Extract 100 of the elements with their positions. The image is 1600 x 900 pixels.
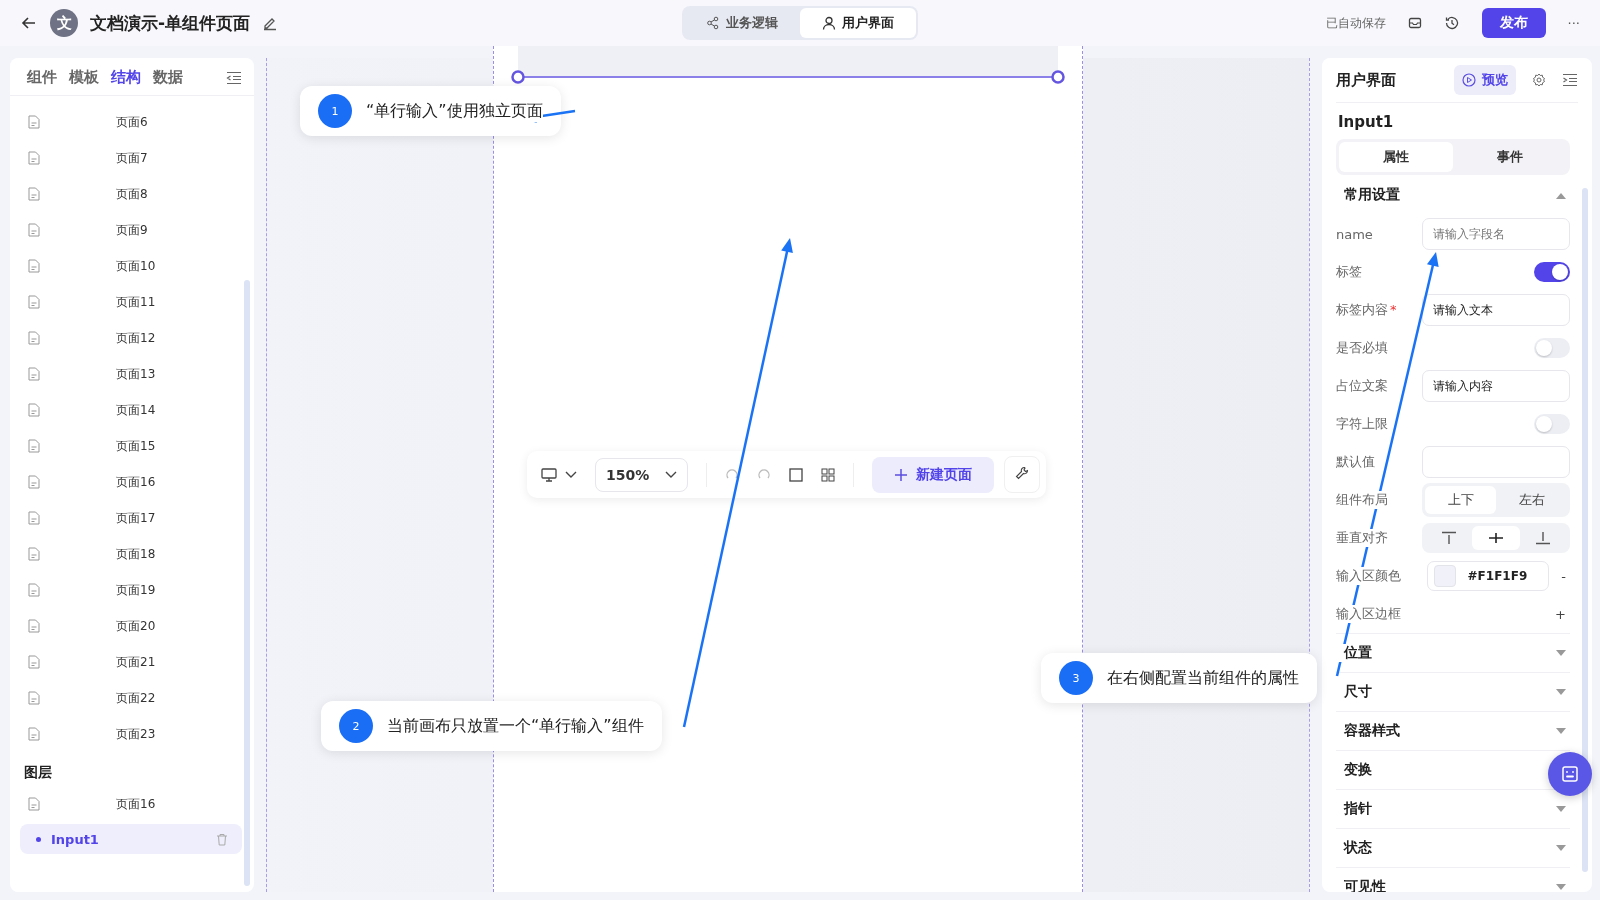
panel-tab[interactable]: 结构 xyxy=(106,68,146,87)
section-title[interactable]: 位置 xyxy=(1338,644,1372,662)
page-item[interactable]: 页面13 xyxy=(116,365,156,383)
collapse-icon[interactable] xyxy=(226,70,242,85)
user-icon xyxy=(822,16,836,30)
scrollbar[interactable] xyxy=(1582,188,1588,872)
document-title: 文档演示-单组件页面 xyxy=(90,11,251,35)
required-mark: * xyxy=(1390,302,1397,317)
property-label: 输入区边框 xyxy=(1336,605,1401,623)
page-item[interactable]: 页面6 xyxy=(116,113,148,131)
page-item[interactable]: 页面10 xyxy=(116,257,156,275)
share-icon xyxy=(706,16,720,30)
mode-tab[interactable]: 用户界面 xyxy=(800,8,916,38)
page-icon xyxy=(28,511,40,525)
grid-icon[interactable] xyxy=(821,467,836,482)
wrench-icon xyxy=(1015,466,1030,480)
input-field[interactable]: 请输入内容 xyxy=(1422,370,1570,402)
caret-icon[interactable] xyxy=(1556,844,1566,852)
align-bottom-icon xyxy=(1535,531,1552,545)
page-icon xyxy=(28,403,40,417)
page-icon xyxy=(28,115,40,129)
square-icon[interactable] xyxy=(789,467,804,482)
page-item[interactable]: 页面11 xyxy=(116,293,156,311)
page-icon xyxy=(28,295,40,309)
caret-icon[interactable] xyxy=(1556,805,1566,813)
step-number: 1 xyxy=(318,94,352,128)
align-middle-button[interactable] xyxy=(1472,526,1520,550)
page-item[interactable]: 页面17 xyxy=(116,509,156,527)
caret-icon[interactable] xyxy=(1556,883,1566,891)
toggle-switch[interactable] xyxy=(1534,414,1570,434)
callout-text: 当前画布只放置一个“单行输入”组件 xyxy=(387,715,644,737)
wrench-button[interactable] xyxy=(1004,456,1041,493)
toggle-switch[interactable] xyxy=(1534,262,1570,282)
toggle-switch[interactable] xyxy=(1534,338,1570,358)
more-button[interactable]: ··· xyxy=(1567,15,1580,31)
caret-icon[interactable] xyxy=(1556,688,1566,696)
property-label: 是否必填 xyxy=(1336,339,1388,357)
zoom-dropdown[interactable]: 150% xyxy=(595,457,689,492)
property-label: 垂直对齐 xyxy=(1336,529,1388,547)
panel-tab[interactable]: 模板 xyxy=(64,68,104,87)
settings-icon[interactable] xyxy=(1532,73,1546,87)
input-field[interactable]: 请输入文本 xyxy=(1422,294,1570,326)
page-item[interactable]: 页面23 xyxy=(116,725,156,743)
color-swatch[interactable] xyxy=(1433,565,1456,587)
property-tab[interactable]: 属性 xyxy=(1339,142,1453,172)
add-button[interactable]: + xyxy=(1555,606,1570,622)
publish-button[interactable]: 发布 xyxy=(1481,8,1546,38)
caret-icon[interactable] xyxy=(1556,649,1566,657)
page-item[interactable]: 页面21 xyxy=(116,653,156,671)
preview-button[interactable]: 预览 xyxy=(1454,65,1516,95)
panel-tab[interactable]: 数据 xyxy=(148,68,188,87)
input-field[interactable]: 请输入字段名 xyxy=(1422,218,1570,250)
property-label: 占位文案 xyxy=(1336,377,1388,395)
segment-option[interactable]: 左右 xyxy=(1496,486,1567,514)
page-item[interactable]: 页面16 xyxy=(116,473,156,491)
outline-icon[interactable] xyxy=(1562,73,1578,87)
chevron-icon[interactable] xyxy=(565,470,577,479)
step-number: 2 xyxy=(339,709,373,743)
page-item[interactable]: 页面22 xyxy=(116,689,156,707)
mode-tab[interactable]: 业务逻辑 xyxy=(684,8,800,38)
new-page-button[interactable]: 新建页面 xyxy=(872,456,995,493)
page-icon xyxy=(28,655,40,669)
page-item[interactable]: 页面18 xyxy=(116,545,156,563)
chevron-icon xyxy=(665,470,678,479)
align-middle-icon xyxy=(1488,531,1504,545)
selection-line[interactable] xyxy=(511,70,1065,84)
delete-icon[interactable] xyxy=(216,832,228,846)
page-icon xyxy=(28,187,40,201)
history-icon[interactable] xyxy=(1443,15,1460,31)
remove-button[interactable]: - xyxy=(1561,568,1570,584)
page-icon xyxy=(28,691,40,705)
desktop-icon[interactable] xyxy=(541,467,557,482)
page-item[interactable]: 页面9 xyxy=(116,221,148,239)
panel-tab[interactable]: 组件 xyxy=(22,68,62,87)
page-item[interactable]: 页面12 xyxy=(116,329,156,347)
caret-icon[interactable] xyxy=(1556,727,1566,735)
scrollbar[interactable] xyxy=(244,280,250,886)
property-label: 输入区颜色 xyxy=(1336,567,1401,585)
color-field[interactable]: #F1F1F9 xyxy=(1426,561,1549,591)
page-icon xyxy=(28,223,40,237)
page-item[interactable]: 页面19 xyxy=(116,581,156,599)
page-item[interactable]: 页面20 xyxy=(116,617,156,635)
page-item[interactable]: 页面14 xyxy=(116,401,156,419)
page-icon xyxy=(28,797,40,811)
property-label: 默认值 xyxy=(1336,453,1375,471)
layer-item[interactable]: Input1 xyxy=(20,824,242,854)
page-item[interactable]: 页面7 xyxy=(116,149,148,167)
layer-item[interactable]: 页面16 xyxy=(116,795,156,813)
property-label: 标签 xyxy=(1336,263,1362,281)
page-item[interactable]: 页面15 xyxy=(116,437,156,455)
page-icon xyxy=(28,547,40,561)
page-icon xyxy=(28,475,40,489)
page-icon xyxy=(28,151,40,165)
property-tab[interactable]: 事件 xyxy=(1453,142,1567,172)
component-name: Input1 xyxy=(1337,112,1395,133)
input-field[interactable] xyxy=(1422,446,1570,478)
segment-option[interactable]: 上下 xyxy=(1425,486,1496,514)
inbox-icon[interactable] xyxy=(1407,16,1422,30)
caret-icon[interactable] xyxy=(1556,191,1566,199)
page-item[interactable]: 页面8 xyxy=(116,185,148,203)
